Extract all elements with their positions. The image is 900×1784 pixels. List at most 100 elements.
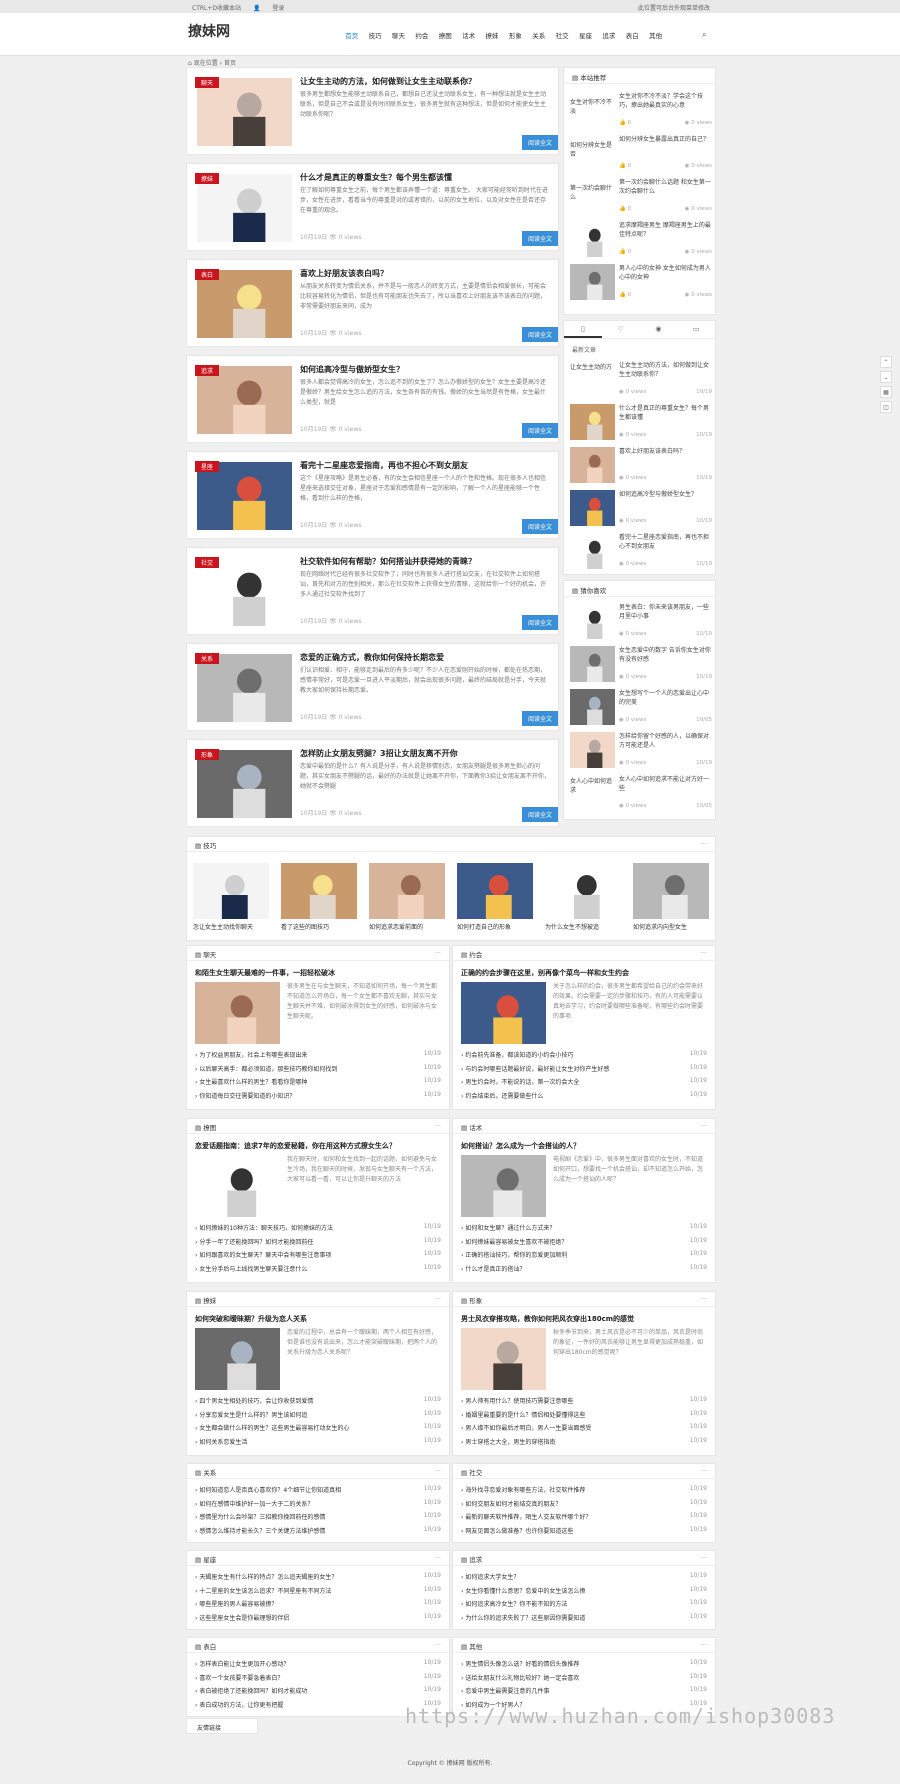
more-icon[interactable]: ··· bbox=[435, 1554, 441, 1562]
category-tag[interactable]: 追求 bbox=[195, 365, 220, 376]
nav-item-2[interactable]: 聊天 bbox=[392, 30, 405, 40]
latest-title[interactable]: 喜欢上好朋友该表白吗？ bbox=[619, 447, 712, 467]
section-image[interactable] bbox=[461, 1155, 546, 1217]
latest-thumbnail[interactable] bbox=[570, 404, 615, 440]
article-thumbnail[interactable] bbox=[197, 750, 292, 818]
list-item[interactable]: › 为什么你的追求失败了？这些原因你需要知道 10/19 bbox=[461, 1613, 707, 1627]
read-more-button[interactable]: 阅读全文 bbox=[521, 135, 558, 150]
read-more-button[interactable]: 阅读全文 bbox=[521, 327, 558, 342]
nav-item-9[interactable]: 社交 bbox=[556, 30, 569, 40]
category-tag[interactable]: 社交 bbox=[195, 557, 220, 568]
list-item[interactable]: › 约会结束后，还需要做些什么 10/19 bbox=[461, 1091, 707, 1105]
recommend-thumbnail[interactable] bbox=[570, 221, 615, 257]
list-item[interactable]: › 女生都会做什么样的男生？这些男生最容易打动女生的心 10/19 bbox=[195, 1423, 441, 1437]
qr-icon[interactable]: ▦ bbox=[880, 386, 892, 398]
list-item[interactable]: › 如何追求大学女生？ 10/19 bbox=[461, 1572, 707, 1586]
latest-item[interactable]: 如何追高冷型与傲娇型女生？ ◉ 0 views 10/19 bbox=[570, 490, 712, 530]
list-item[interactable]: › 男生约会时，不能说的话，第一次约会大全 10/19 bbox=[461, 1077, 707, 1091]
list-item[interactable]: › 天蝎座女生有什么样的特点？怎么追天蝎座的女生？ 10/19 bbox=[195, 1572, 441, 1586]
list-item[interactable]: › 分手一年了还能挽回吗？如何才能挽回前任 10/19 bbox=[195, 1237, 441, 1251]
down-arrow-icon[interactable]: ⌄ bbox=[880, 371, 892, 383]
list-item[interactable]: › 表白被拒绝了还能挽回吗？如何才能成功 10/19 bbox=[195, 1686, 441, 1700]
list-item[interactable]: › 如何跟喜欢的女生聊天？聊天中会有哪些注意事项 10/19 bbox=[195, 1250, 441, 1264]
article-card[interactable]: 形象 怎样防止女朋友劈腿？3招让女朋友离不开你 恋爱中最怕的是什么？有人说是分手… bbox=[186, 739, 559, 827]
list-item[interactable]: › 分享恋爱女生是什么样的？男生该如何追 10/19 bbox=[195, 1410, 441, 1424]
recommend-title[interactable]: 如何分辨女生暴露出真正的自己？ bbox=[619, 135, 712, 155]
list-item[interactable]: › 网友见面怎么做准备？也许你要知道这些 10/19 bbox=[461, 1526, 707, 1540]
list-item[interactable]: › 这些星座女生会是你最理想的伴侣 10/19 bbox=[195, 1613, 441, 1627]
guess-title[interactable]: 怎样给你留个好感的人，以确保对方可能还是人 bbox=[619, 732, 712, 752]
recommend-item[interactable]: 如何分辨女生是否 如何分辨女生暴露出真正的自己？ 👍 0 ◉ 0 views bbox=[570, 135, 712, 175]
recommend-item[interactable]: 追求摩羯座男生 摩羯座男生上的最佳特点呢？ 👍 0 ◉ 0 views bbox=[570, 221, 712, 261]
list-item[interactable]: › 男士穿搭之大全，男生的穿搭指南 10/19 bbox=[461, 1437, 707, 1451]
recommend-item[interactable]: 男人心中的女神 女生如何成为男人心中的女神 👍 0 ◉ 0 views bbox=[570, 264, 712, 304]
article-title[interactable]: 社交软件如何有帮助？如何搭讪并获得她的青睐？ bbox=[300, 556, 550, 567]
nav-item-6[interactable]: 撩妹 bbox=[485, 30, 498, 40]
list-item[interactable]: › 男人帅有用什么？使用技巧需要注意哪些 10/19 bbox=[461, 1396, 707, 1410]
nav-item-13[interactable]: 其他 bbox=[649, 30, 662, 40]
gallery-item[interactable]: 怎让女生主动找你聊天 bbox=[193, 863, 269, 931]
recommend-title[interactable]: 女生对你不冷不淡？学会这个技巧，撩出她最真实的心意 bbox=[619, 92, 712, 112]
read-more-button[interactable]: 阅读全文 bbox=[521, 615, 558, 630]
latest-title[interactable]: 看完十二星座恋爱指南，再也不担心不到女朋友 bbox=[619, 533, 712, 553]
guess-title[interactable]: 女生恋爱中的数字 告诉你女生对你有没有好感 bbox=[619, 646, 712, 666]
category-tag[interactable]: 表白 bbox=[195, 269, 220, 280]
article-card[interactable]: 社交 社交软件如何有帮助？如何搭讪并获得她的青睐？ 现在网络时代已经有很多社交软… bbox=[186, 547, 559, 635]
latest-thumbnail[interactable] bbox=[570, 490, 615, 526]
gallery-caption[interactable]: 如何追求恋爱前面的 bbox=[369, 922, 445, 931]
gallery-caption[interactable]: 为什么女生不想被追 bbox=[545, 922, 621, 931]
article-title[interactable]: 如何追高冷型与傲娇型女生？ bbox=[300, 364, 550, 375]
gallery-image[interactable] bbox=[281, 863, 357, 919]
login-link[interactable]: 👤 登录 bbox=[253, 5, 294, 12]
list-item[interactable]: › 喜欢一个女孩要不要急着表白？ 10/19 bbox=[195, 1673, 441, 1687]
section-image[interactable] bbox=[461, 1328, 546, 1390]
guess-thumbnail[interactable] bbox=[570, 646, 615, 682]
list-item[interactable]: › 如何知道恋人是否真心喜欢你？4个细节让你知道真相 10/19 bbox=[195, 1485, 441, 1499]
list-item[interactable]: › 如何撩妹的10种方法：聊天技巧，如何撩妹的方法 10/19 bbox=[195, 1223, 441, 1237]
category-tag[interactable]: 关系 bbox=[195, 653, 220, 664]
search-icon[interactable]: ⌕ bbox=[702, 30, 706, 40]
guess-thumbnail[interactable] bbox=[570, 689, 615, 725]
guess-thumbnail[interactable] bbox=[570, 732, 615, 768]
gallery-image[interactable] bbox=[633, 863, 709, 919]
recommend-thumbnail[interactable]: 女生对你不冷不淡 bbox=[570, 92, 615, 128]
section-headline[interactable]: 和陌生女生聊天最难的一件事，一招轻松破冰 bbox=[195, 968, 441, 978]
latest-item[interactable]: 让女生主动的方 让女生主动的方法，如何做到让女生主动联系你？ ◉ 0 views … bbox=[570, 361, 712, 401]
site-logo[interactable]: 撩妹网 bbox=[188, 21, 230, 41]
gallery-image[interactable] bbox=[545, 863, 621, 919]
latest-thumbnail[interactable] bbox=[570, 533, 615, 569]
tab-comments[interactable]: ▭ bbox=[677, 321, 715, 338]
list-item[interactable]: › 怎样表白能让女生更加开心感动？ 10/19 bbox=[195, 1659, 441, 1673]
category-tag[interactable]: 撩妹 bbox=[195, 173, 220, 184]
gallery-caption[interactable]: 怎让女生主动找你聊天 bbox=[193, 922, 269, 931]
nav-item-1[interactable]: 技巧 bbox=[369, 30, 382, 40]
list-item[interactable]: › 女生分手后与上线找男生聊天要注意什么 10/19 bbox=[195, 1264, 441, 1278]
more-icon[interactable]: ··· bbox=[435, 1295, 441, 1303]
guess-title[interactable]: 女生想写个一个人的恋爱出让心中的完美 bbox=[619, 689, 712, 709]
read-more-button[interactable]: 阅读全文 bbox=[521, 519, 558, 534]
read-more-button[interactable]: 阅读全文 bbox=[521, 423, 558, 438]
gallery-image[interactable] bbox=[457, 863, 533, 919]
latest-item[interactable]: 喜欢上好朋友该表白吗？ ◉ 0 views 10/19 bbox=[570, 447, 712, 487]
list-item[interactable]: › 十二星座的女生该怎么追求？不同星座有不同方法 10/19 bbox=[195, 1586, 441, 1600]
latest-title[interactable]: 什么才是真正的尊重女生？每个男生都该懂 bbox=[619, 404, 712, 424]
friend-links[interactable]: 友情链接 bbox=[186, 1718, 258, 1734]
list-item[interactable]: › 男人缘不如你最后才明白，男人一生要当面感受 10/19 bbox=[461, 1423, 707, 1437]
nav-item-5[interactable]: 话术 bbox=[462, 30, 475, 40]
gallery-item[interactable]: 如何追求内向型女生 bbox=[633, 863, 709, 931]
article-thumbnail[interactable] bbox=[197, 558, 292, 626]
article-card[interactable]: 表白 喜欢上好朋友该表白吗？ 从朋友关系转变为情侣关系，并不是与一般恋人的转变方… bbox=[186, 259, 559, 347]
more-icon[interactable]: ··· bbox=[701, 949, 707, 957]
list-item[interactable]: › 送给女朋友什么礼物比较好？她一定会喜欢 10/19 bbox=[461, 1673, 707, 1687]
recommend-thumbnail[interactable]: 如何分辨女生是否 bbox=[570, 135, 615, 171]
guess-item[interactable]: 怎样给你留个好感的人，以确保对方可能还是人 ◉ 0 views 10/19 bbox=[570, 732, 712, 772]
gallery-item[interactable]: 看了这些的图技巧 bbox=[281, 863, 357, 931]
article-thumbnail[interactable] bbox=[197, 654, 292, 722]
category-tag[interactable]: 聊天 bbox=[195, 77, 220, 88]
more-icon[interactable]: ··· bbox=[435, 1641, 441, 1649]
article-title[interactable]: 怎样防止女朋友劈腿？3招让女朋友离不开你 bbox=[300, 748, 550, 759]
recommend-title[interactable]: 男人心中的女神 女生如何成为男人心中的女神 bbox=[619, 264, 712, 284]
nav-item-8[interactable]: 关系 bbox=[532, 30, 545, 40]
article-title[interactable]: 喜欢上好朋友该表白吗？ bbox=[300, 268, 550, 279]
list-item[interactable]: › 海外找寻恋爱对象有哪些方法，社交软件推荐 10/19 bbox=[461, 1485, 707, 1499]
